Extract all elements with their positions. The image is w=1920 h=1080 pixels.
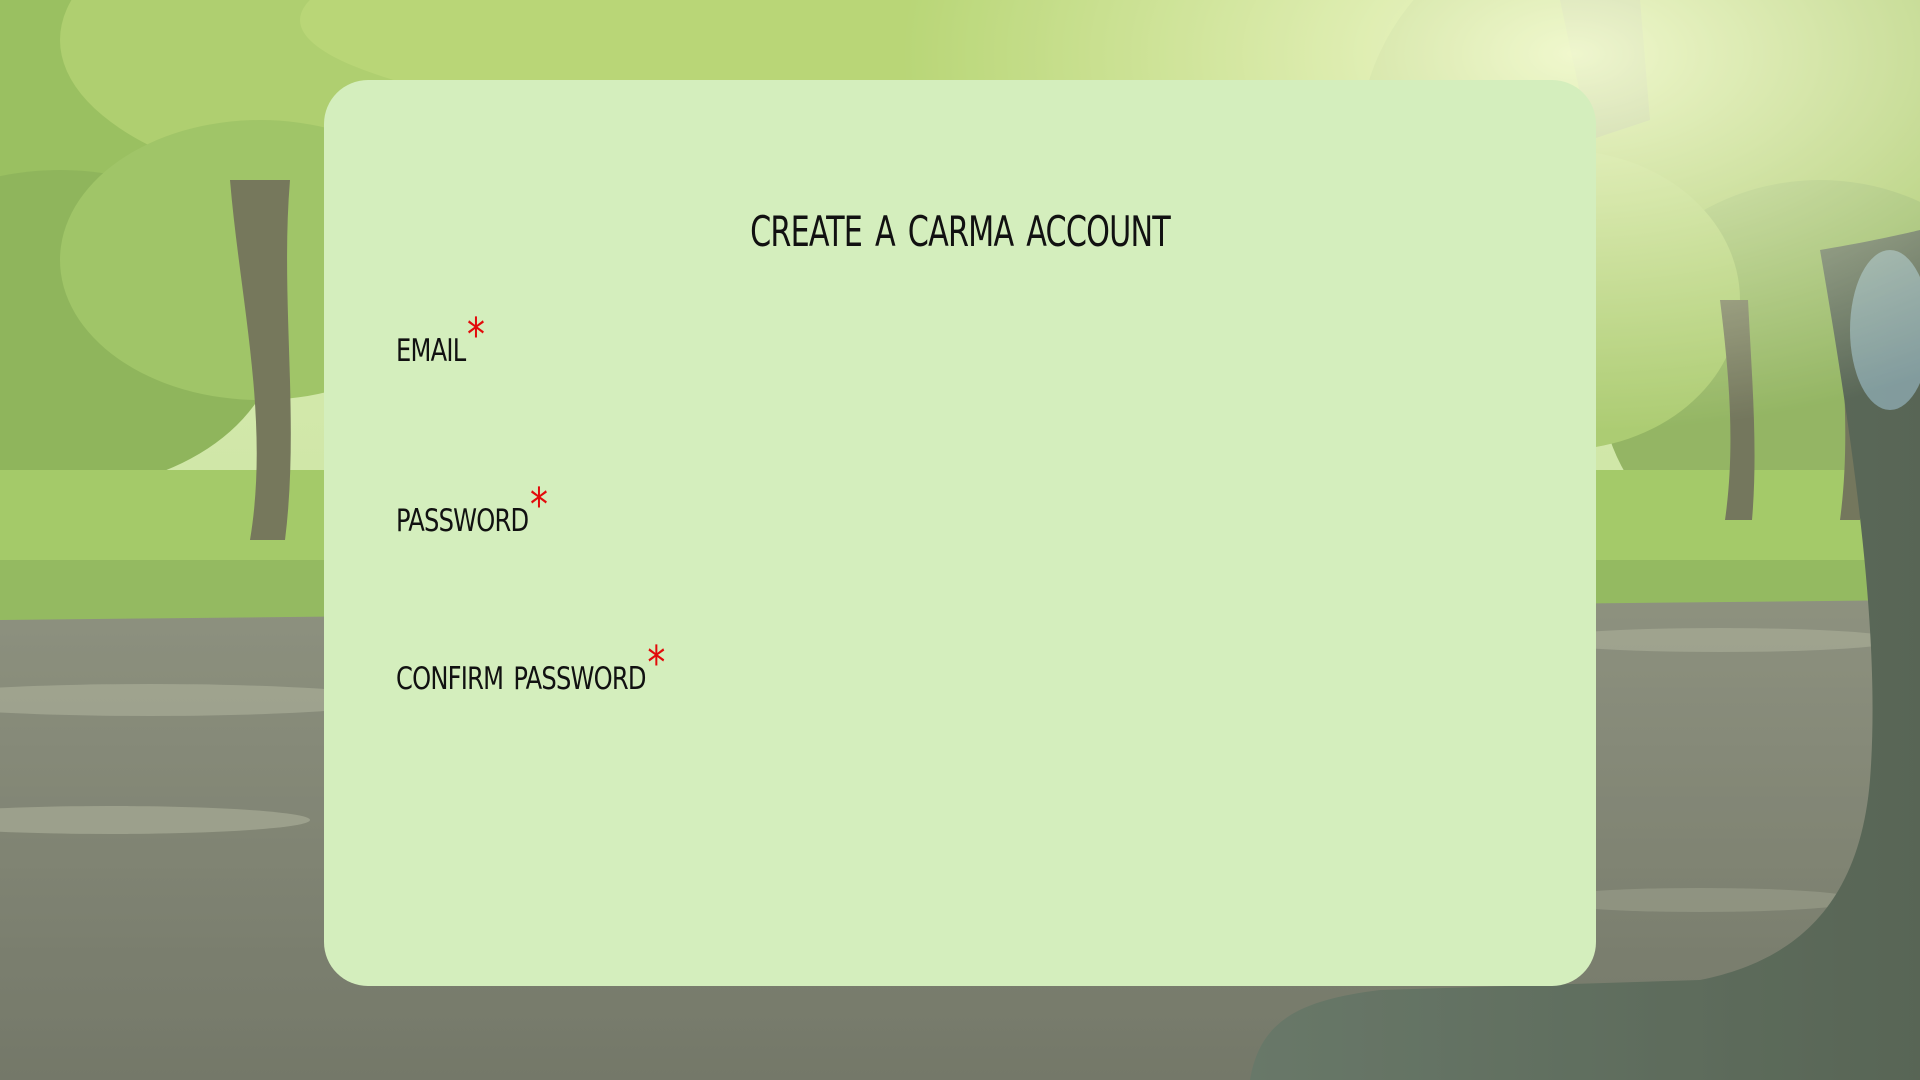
confirm-password-field[interactable] <box>396 711 1524 767</box>
email-label-text: email <box>396 321 466 372</box>
password-label-text: password <box>396 491 529 542</box>
page-title: create a carma account <box>750 191 1171 261</box>
password-field-group: password* <box>396 482 1524 609</box>
confirm-password-label-text: confirm password <box>396 649 647 700</box>
password-label: password* <box>396 482 548 542</box>
email-field[interactable] <box>396 383 1524 439</box>
confirm-password-field-group: confirm password* <box>396 640 1524 767</box>
required-marker: * <box>529 478 548 532</box>
email-field-group: email* <box>396 312 1524 439</box>
required-marker: * <box>466 308 485 362</box>
email-label: email* <box>396 312 485 372</box>
password-field[interactable] <box>396 553 1524 609</box>
signup-card: create a carma account email* password* … <box>324 80 1596 986</box>
confirm-password-label: confirm password* <box>396 640 665 700</box>
required-marker: * <box>647 636 665 690</box>
